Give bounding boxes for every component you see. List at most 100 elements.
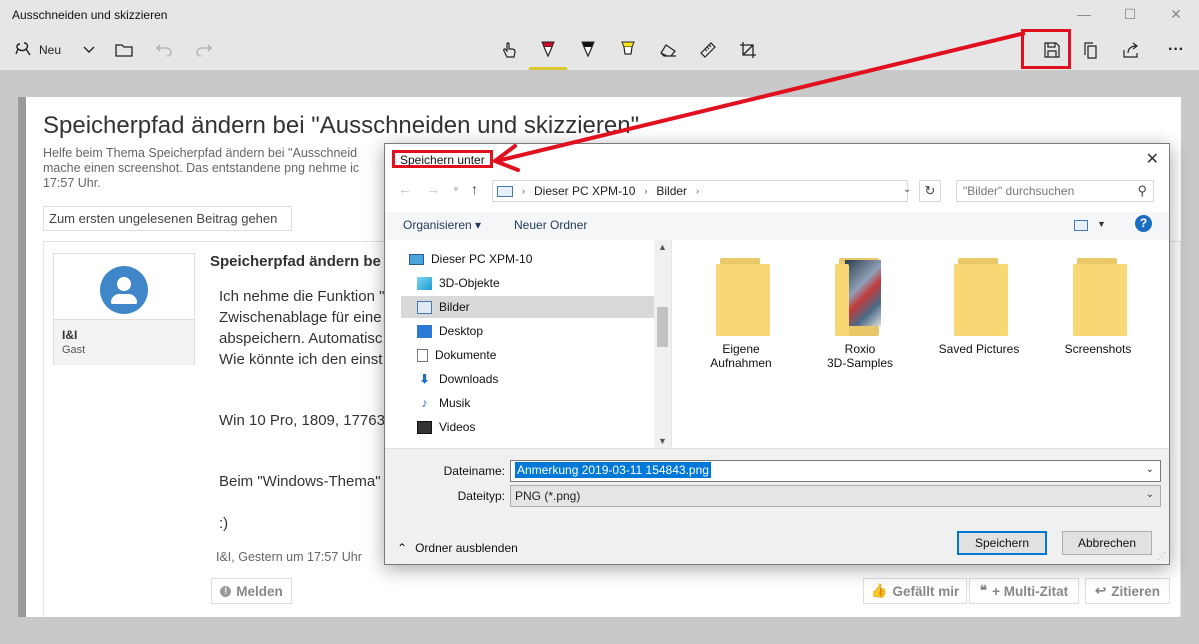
scroll-up-icon[interactable]: ▲ <box>658 242 667 252</box>
post-line: Ich nehme die Funktion " <box>219 288 385 305</box>
folder-item[interactable]: Screenshots <box>1043 258 1153 356</box>
report-button[interactable]: ! Melden <box>211 578 292 604</box>
post-line: Wie könnte ich den einst <box>219 351 383 368</box>
new-snip-icon <box>15 41 33 60</box>
help-icon[interactable]: ? <box>1135 215 1152 232</box>
undo-icon <box>156 44 172 57</box>
tree-item-music[interactable]: ♪ Musik <box>417 392 654 414</box>
maximize-button[interactable]: ☐ <box>1107 0 1153 30</box>
tree-item-3d-objects[interactable]: 3D-Objekte <box>417 272 654 294</box>
folder-icon <box>1069 258 1127 336</box>
folder-item[interactable]: Eigene Aufnahmen <box>686 258 796 370</box>
documents-icon <box>417 348 428 362</box>
touch-writing-icon <box>503 42 516 58</box>
report-label: Melden <box>236 583 283 599</box>
tree-scrollbar[interactable]: ▲ ▼ <box>654 240 671 448</box>
new-folder-button[interactable]: Neuer Ordner <box>514 218 587 232</box>
refresh-button[interactable]: ↻ <box>919 180 941 202</box>
ruler-button[interactable] <box>696 36 720 64</box>
undo-button[interactable] <box>152 36 176 64</box>
more-button[interactable]: ··· <box>1163 36 1189 64</box>
chevron-right-icon: › <box>644 186 648 196</box>
touch-writing-button[interactable] <box>497 36 521 64</box>
tree-item-downloads[interactable]: ⬇ Downloads <box>417 368 654 390</box>
scroll-thumb[interactable] <box>657 307 668 347</box>
page-subtitle: Helfe beim Thema Speicherpfad ändern bei… <box>43 146 359 191</box>
crop-button[interactable] <box>736 36 760 64</box>
filetype-select[interactable]: PNG (*.png) ⌄ <box>510 485 1161 507</box>
hide-folders-toggle[interactable]: ⌃ Ordner ausblenden <box>397 541 518 555</box>
cancel-button[interactable]: Abbrechen <box>1062 531 1152 555</box>
highlighter-icon <box>621 41 635 55</box>
like-button[interactable]: 👍 Gefällt mir <box>863 578 967 604</box>
post-line: Beim "Windows-Thema" <box>219 473 381 490</box>
tree-item-label: Desktop <box>439 324 484 338</box>
multiquote-label: + Multi-Zitat <box>992 583 1069 599</box>
highlighter-button[interactable] <box>616 36 640 64</box>
command-bar: Organisieren ▾ Neuer Ordner ▼ ? <box>385 212 1169 240</box>
open-file-button[interactable] <box>112 36 136 64</box>
search-placeholder: "Bilder" durchsuchen <box>963 184 1075 198</box>
folder-icon <box>831 258 889 336</box>
ballpoint-pen-button[interactable] <box>536 36 560 64</box>
copy-button[interactable] <box>1080 36 1104 64</box>
chevron-right-icon: › <box>522 186 525 196</box>
share-button[interactable] <box>1120 36 1144 64</box>
filename-input[interactable]: Anmerkung 2019-03-11 154843.png ⌄ <box>510 460 1161 482</box>
chevron-right-icon: › <box>696 186 700 196</box>
forward-arrow-icon[interactable]: → <box>426 181 440 197</box>
folder-label: Saved Pictures <box>938 342 1020 356</box>
resize-grip-icon[interactable]: ⋰ <box>1157 551 1166 562</box>
post-line: abspeichern. Automatisc <box>219 330 383 347</box>
folder-item[interactable]: Roxio 3D-Samples <box>805 258 915 370</box>
pictures-icon <box>417 300 432 314</box>
new-label: Neu <box>38 43 61 57</box>
save-as-dialog: Speichern unter ✕ ← → ▼ ↑ › Dieser PC XP… <box>384 143 1170 565</box>
redo-button[interactable] <box>192 36 216 64</box>
back-arrow-icon[interactable]: ← <box>398 181 412 197</box>
dialog-close-button[interactable]: ✕ <box>1146 149 1159 169</box>
hide-folders-label: Ordner ausblenden <box>415 541 518 555</box>
new-snip-dropdown[interactable] <box>78 36 100 64</box>
tree-item-label: Downloads <box>439 372 499 386</box>
tree-item-videos[interactable]: Videos <box>417 416 654 438</box>
breadcrumb-pictures[interactable]: Bilder <box>656 184 687 198</box>
videos-icon <box>417 420 432 434</box>
up-arrow-icon[interactable]: ↑ <box>471 181 478 197</box>
save-dialog-button[interactable]: Speichern <box>957 531 1047 555</box>
tree-item-this-pc[interactable]: Dieser PC XPM-10 <box>409 248 654 270</box>
eraser-button[interactable] <box>656 36 680 64</box>
minimize-button[interactable]: — <box>1061 0 1107 30</box>
new-snip-button[interactable]: Neu <box>10 36 66 64</box>
folder-label: Screenshots <box>1064 342 1132 356</box>
tree-item-label: Dokumente <box>435 348 497 362</box>
address-dropdown-icon[interactable]: ⌄ <box>903 184 911 195</box>
search-icon: ⚲ <box>1137 183 1147 198</box>
recent-dropdown-icon[interactable]: ▼ <box>452 185 460 194</box>
breadcrumb-this-pc[interactable]: Dieser PC XPM-10 <box>534 184 635 198</box>
first-unread-button[interactable]: Zum ersten ungelesenen Beitrag gehen <box>43 206 292 231</box>
multiquote-button[interactable]: ❝ + Multi-Zitat <box>969 578 1079 604</box>
chevron-down-icon[interactable]: ⌄ <box>1146 464 1154 475</box>
tree-item-pictures[interactable]: Bilder <box>401 296 654 318</box>
pencil-button[interactable] <box>576 36 600 64</box>
title-bar: Ausschneiden und skizzieren — ☐ ✕ <box>0 0 1199 30</box>
pane-divider[interactable] <box>671 240 672 448</box>
tree-item-desktop[interactable]: Desktop <box>417 320 654 342</box>
author-name: I&I <box>62 328 78 342</box>
refresh-icon: ↻ <box>924 183 936 198</box>
filetype-value: PNG (*.png) <box>515 489 581 503</box>
close-button[interactable]: ✕ <box>1153 0 1199 30</box>
address-bar[interactable]: › Dieser PC XPM-10 › Bilder › <box>492 180 908 202</box>
desktop-icon <box>417 324 432 338</box>
view-dropdown-icon[interactable]: ▼ <box>1097 219 1106 229</box>
search-input[interactable]: "Bilder" durchsuchen ⚲ <box>956 180 1154 202</box>
organize-menu[interactable]: Organisieren ▾ <box>403 218 481 232</box>
tree-item-documents[interactable]: Dokumente <box>417 344 654 366</box>
quote-icon: ❝ <box>979 583 988 598</box>
page-title: Speicherpfad ändern bei "Ausschneiden un… <box>43 112 640 139</box>
quote-button[interactable]: ↩ Zitieren <box>1085 578 1170 604</box>
scroll-down-icon[interactable]: ▼ <box>658 436 667 446</box>
folder-item[interactable]: Saved Pictures <box>924 258 1034 356</box>
view-options-icon[interactable] <box>1074 220 1088 231</box>
